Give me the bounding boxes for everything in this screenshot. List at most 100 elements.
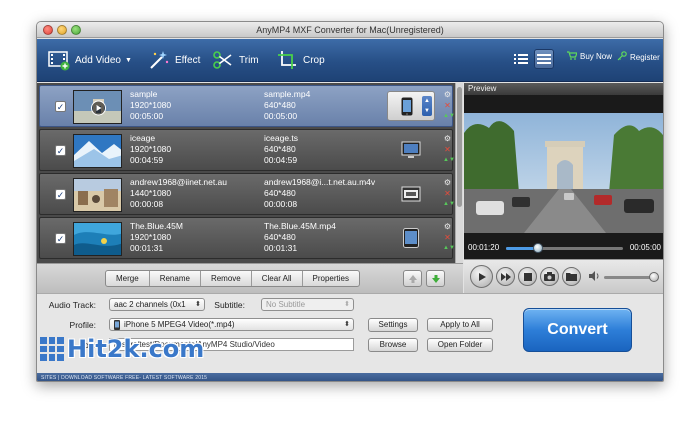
source-resolution: 1440*1080 [130, 188, 172, 198]
crop-button[interactable]: Crop [275, 46, 325, 74]
preview-timebar: 00:01:20 00:05:00 [464, 239, 663, 257]
close-icon[interactable]: ✕ [443, 232, 452, 243]
close-icon[interactable]: ✕ [443, 144, 452, 155]
reorder-icon[interactable]: ▲▼ [443, 199, 455, 210]
source-duration: 00:01:31 [130, 243, 164, 253]
browse-button[interactable]: Browse [368, 338, 418, 352]
file-row[interactable]: ✓ sample 1920*1080 00:05:00 sample.mp4 6… [39, 85, 455, 127]
gear-icon[interactable]: ⚙ [443, 221, 452, 232]
list-action-bar: Merge Rename Remove Clear All Properties [37, 263, 463, 293]
output-name[interactable]: andrew1968@i...t.net.au.m4v [264, 177, 375, 188]
title-bar[interactable]: AnyMP4 MXF Converter for Mac(Unregistere… [37, 22, 663, 38]
volume-handle[interactable] [649, 272, 659, 282]
profile-select[interactable]: iPhone 5 MPEG4 Video(*.mp4) ⬍ [109, 318, 354, 331]
output-name[interactable]: sample.mp4 [264, 89, 310, 100]
gear-icon[interactable]: ⚙ [443, 133, 452, 144]
video-thumbnail[interactable] [73, 178, 122, 212]
list-actions: Merge Rename Remove Clear All Properties [105, 270, 360, 287]
fast-forward-button[interactable] [496, 267, 515, 286]
file-checkbox[interactable]: ✓ [55, 233, 66, 244]
video-thumbnail[interactable] [73, 90, 122, 124]
detail-view-icon [537, 54, 551, 64]
chevron-updown-icon[interactable]: ▲ ▼ [422, 96, 432, 116]
buy-now-label: Buy Now [580, 52, 613, 61]
preview-video[interactable] [464, 113, 663, 233]
row-operations: ⚙ ✕ ▲▼ [443, 89, 455, 122]
settings-button[interactable]: Settings [368, 318, 418, 332]
output-name[interactable]: The.Blue.45M.mp4 [264, 221, 336, 232]
reorder-icon[interactable]: ▲▼ [443, 155, 455, 166]
seek-slider[interactable] [506, 247, 623, 250]
audio-track-select[interactable]: aac 2 channels (0x1 ⬍ [109, 298, 205, 311]
open-folder-button[interactable]: Open Folder [427, 338, 493, 352]
file-row[interactable]: ✓ iceage 1920*1080 00:04:59 iceage.ts 64… [39, 129, 455, 171]
chevron-down-icon[interactable]: ▼ [125, 57, 132, 64]
move-up-button[interactable] [403, 270, 422, 287]
subtitle-select[interactable]: No Subtitle ⬍ [261, 298, 354, 311]
file-row[interactable]: ✓ The.Blue.45M 1920*1080 00:01:31 The.Bl… [39, 217, 455, 259]
source-resolution: 1920*1080 [130, 144, 172, 154]
source-resolution: 1920*1080 [130, 232, 172, 242]
subtitle-value: No Subtitle [266, 300, 306, 309]
phone-icon [114, 320, 120, 330]
close-icon[interactable]: ✕ [443, 188, 452, 199]
source-resolution: 1920*1080 [130, 100, 172, 110]
register-link[interactable]: Register [617, 51, 660, 63]
file-checkbox[interactable]: ✓ [55, 101, 66, 112]
video-thumbnail[interactable] [73, 222, 122, 256]
output-duration: 00:01:31 [264, 243, 298, 253]
scrollbar-thumb[interactable] [457, 87, 462, 207]
apply-to-all-button[interactable]: Apply to All [427, 318, 493, 332]
row-operations: ⚙ ✕ ▲▼ [443, 177, 455, 210]
convert-button[interactable]: Convert [523, 308, 632, 352]
reorder-icon[interactable]: ▲▼ [443, 243, 455, 254]
seek-handle[interactable] [532, 243, 543, 253]
remove-button[interactable]: Remove [201, 271, 252, 286]
output-name[interactable]: iceage.ts [264, 133, 298, 144]
open-snapshot-folder-button[interactable] [562, 267, 581, 286]
play-button[interactable] [470, 265, 493, 288]
source-name: iceage [130, 133, 156, 143]
rename-button[interactable]: Rename [150, 271, 201, 286]
snapshot-button[interactable] [540, 267, 559, 286]
hd-tv-icon[interactable] [400, 138, 422, 162]
video-file-icon[interactable] [400, 182, 422, 206]
file-list-scrollbar[interactable] [455, 83, 463, 263]
effect-button[interactable]: Effect [147, 46, 200, 74]
zoom-window-button[interactable] [71, 25, 81, 35]
stop-button[interactable] [518, 267, 537, 286]
video-thumbnail[interactable] [73, 134, 122, 168]
minimize-window-button[interactable] [57, 25, 67, 35]
source-duration: 00:05:00 [130, 111, 164, 121]
buy-now-link[interactable]: Buy Now [567, 51, 612, 62]
device-profile-selector[interactable]: ▲ ▼ [387, 91, 435, 121]
output-info: sample.mp4 640*480 00:05:00 [264, 89, 310, 122]
detail-view-button[interactable] [534, 49, 554, 69]
merge-button[interactable]: Merge [106, 271, 150, 286]
list-view-button[interactable] [511, 49, 531, 69]
row-operations: ⚙ ✕ ▲▼ [443, 221, 455, 254]
close-icon[interactable]: ✕ [443, 100, 452, 111]
volume-icon[interactable] [588, 270, 600, 284]
add-video-button[interactable]: Add Video ▼ [47, 46, 132, 74]
close-window-button[interactable] [43, 25, 53, 35]
subtitle-label: Subtitle: [214, 300, 245, 310]
clear-all-button[interactable]: Clear All [252, 271, 303, 286]
properties-button[interactable]: Properties [303, 271, 359, 286]
main-toolbar: Add Video ▼ Effect Trim Crop Buy Now Reg… [37, 39, 663, 82]
file-checkbox[interactable]: ✓ [55, 145, 66, 156]
gear-icon[interactable]: ⚙ [443, 177, 452, 188]
key-icon [617, 51, 627, 63]
volume-slider[interactable] [604, 272, 659, 282]
file-checkbox[interactable]: ✓ [55, 189, 66, 200]
reorder-icon[interactable]: ▲▼ [443, 111, 455, 122]
preview-panel: Preview 00:01:20 00:05:00 [464, 83, 663, 259]
gear-icon[interactable]: ⚙ [443, 89, 452, 100]
register-label: Register [630, 52, 660, 62]
output-resolution: 640*480 [264, 232, 296, 242]
magic-wand-icon [147, 48, 171, 72]
trim-button[interactable]: Trim [211, 46, 259, 74]
tablet-icon[interactable] [400, 226, 422, 250]
file-row[interactable]: ✓ andrew1968@iinet.net.au 1440*1080 00:0… [39, 173, 455, 215]
move-down-button[interactable] [426, 270, 445, 287]
